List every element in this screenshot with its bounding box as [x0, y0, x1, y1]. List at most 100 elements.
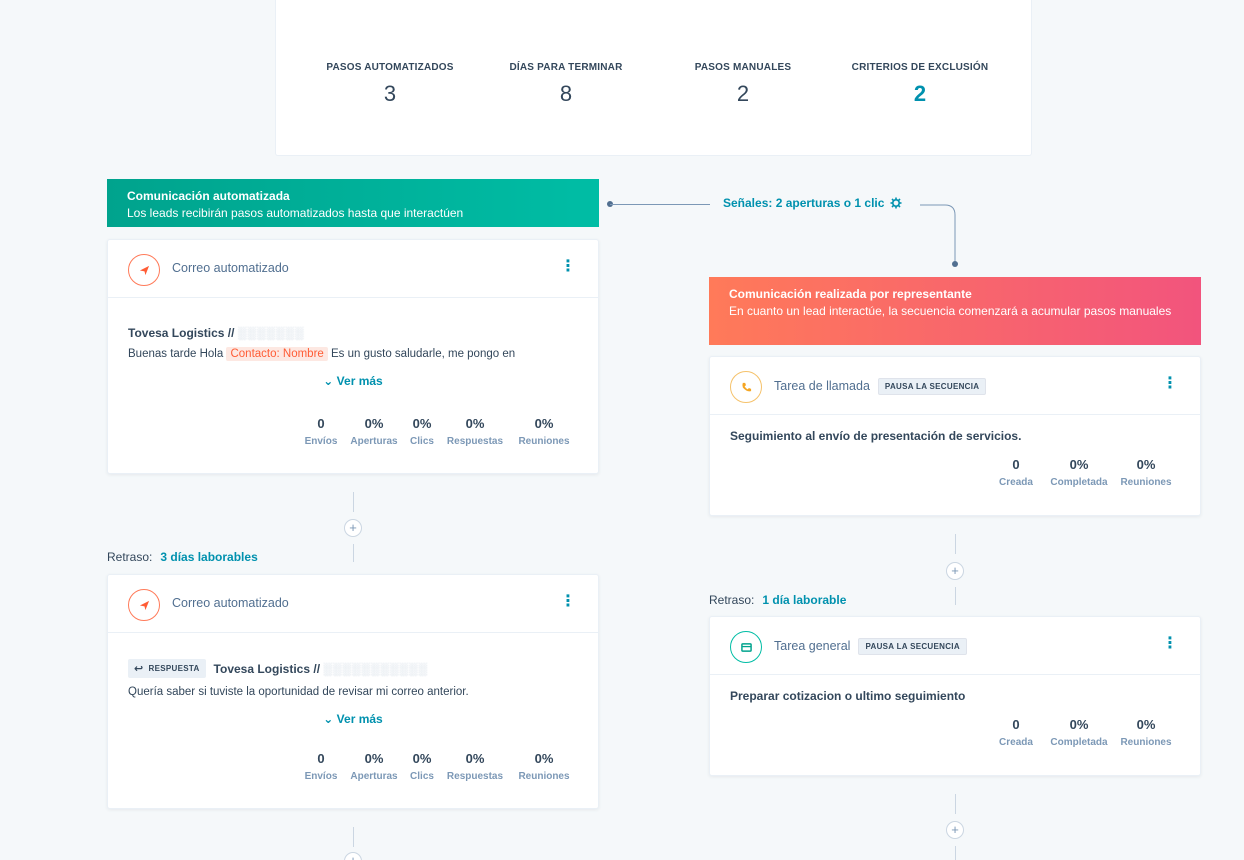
more-options-icon[interactable]: ⋮ [560, 259, 576, 275]
add-step-button[interactable]: + [344, 519, 362, 537]
email-subject: ↩ RESPUESTA Tovesa Logistics // ░░░░░░░░░░… [128, 659, 578, 678]
see-more-label: Ver más [336, 712, 383, 726]
subject-redacted: ░░░░░░░ [237, 326, 305, 340]
step-connector [955, 846, 956, 860]
reply-badge: ↩ RESPUESTA [128, 659, 206, 678]
stat-days-to-finish: DÍAS PARA TERMINAR 8 [476, 62, 656, 107]
pause-sequence-badge: PAUSA LA SECUENCIA [858, 638, 967, 655]
connector-line [610, 204, 710, 205]
metric-opens: 0% Aperturas [350, 416, 398, 447]
metric-sends: 0 Envíos [304, 416, 338, 447]
metric-sends: 0 Envíos [304, 751, 338, 782]
metric-completed: 0% Completada [1050, 717, 1108, 748]
snippet-text: Es un gusto saludarle, me pongo en [331, 348, 516, 360]
metric-meetings: 0% Reuniones [518, 751, 570, 782]
signals-label: Señales: 2 aperturas o 1 clic [723, 196, 885, 210]
task-metrics: 0 Creada 0% Completada 0% Reuniones [988, 717, 1178, 748]
step-connector [955, 534, 956, 554]
summary-card: PASOS AUTOMATIZADOS 3 DÍAS PARA TERMINAR… [275, 0, 1032, 156]
banner-title: Comunicación automatizada [127, 189, 290, 203]
subject-text: Tovesa Logistics // [128, 326, 235, 340]
stat-exclusion-criteria[interactable]: CRITERIOS DE EXCLUSIÓN 2 [830, 62, 1010, 107]
card-body: Preparar cotizacion o ultimo seguimiento [710, 675, 1200, 703]
task-title: Seguimiento al envío de presentación de … [730, 429, 1022, 443]
stat-label: PASOS MANUALES [694, 62, 792, 73]
add-step-button[interactable]: + [344, 852, 362, 860]
pause-sequence-badge: PAUSA LA SECUENCIA [877, 378, 987, 395]
phone-icon [730, 371, 762, 403]
step-type-label: Tarea general [774, 639, 851, 653]
delay-value-link[interactable]: 1 día laborable [762, 593, 846, 607]
exclusion-criteria-link[interactable]: 2 [830, 81, 1010, 107]
email-snippet: Quería saber si tuviste la oportunidad d… [128, 686, 469, 698]
general-task-card[interactable]: Tarea general PAUSA LA SECUENCIA ⋮ Prepar… [709, 616, 1201, 776]
email-subject: Tovesa Logistics // ░░░░░░░ [128, 326, 578, 340]
delay-label: Retraso: [709, 593, 755, 607]
step-type: Correo automatizado [172, 261, 289, 275]
stat-value: 2 [736, 81, 750, 106]
card-header: Correo automatizado ⋮ [108, 240, 598, 298]
step-connector [955, 794, 956, 814]
step-connector [353, 492, 354, 512]
stat-label: CRITERIOS DE EXCLUSIÓN [851, 62, 989, 73]
metric-created: 0 Creada [999, 717, 1033, 748]
stat-manual-steps: PASOS MANUALES 2 [653, 62, 833, 107]
step-type: Tarea general PAUSA LA SECUENCIA [774, 638, 967, 655]
reply-arrow-icon: ↩ [134, 663, 144, 675]
card-header: Tarea general PAUSA LA SECUENCIA ⋮ [710, 617, 1200, 675]
card-header: Correo automatizado ⋮ [108, 575, 598, 633]
delay-label: Retraso: [107, 550, 153, 564]
chevron-down-icon: ⌄ [323, 374, 334, 388]
see-more-link[interactable]: ⌄ Ver más [128, 712, 578, 726]
banner-text: En cuanto un lead interactúe, la secuenc… [729, 304, 1172, 318]
add-step-button[interactable]: + [946, 821, 964, 839]
banner-text: Los leads recibirán pasos automatizados … [127, 206, 464, 220]
email-snippet: Buenas tarde Hola Contacto: Nombre Es un… [128, 347, 578, 361]
chevron-down-icon: ⌄ [323, 712, 334, 726]
rep-communication-banner: Comunicación realizada por representante… [709, 277, 1201, 345]
call-task-card[interactable]: Tarea de llamada PAUSA LA SECUENCIA ⋮ Seg… [709, 356, 1201, 516]
stat-value: 3 [383, 81, 397, 106]
delay-value-link[interactable]: 3 días laborables [160, 550, 257, 564]
task-metrics: 0 Creada 0% Completada 0% Reuniones [988, 457, 1178, 488]
metric-clicks: 0% Clics [410, 751, 434, 782]
stat-automated-steps: PASOS AUTOMATIZADOS 3 [300, 62, 480, 107]
step-connector [353, 544, 354, 562]
email-metrics: 0 Envíos 0% Aperturas 0% Clics 0% Respuestas… [298, 416, 578, 447]
step-type: Tarea de llamada PAUSA LA SECUENCIA [774, 378, 987, 395]
step-connector [353, 827, 354, 847]
stat-label: DÍAS PARA TERMINAR [509, 62, 623, 73]
metric-created: 0 Creada [999, 457, 1033, 488]
metric-meetings: 0% Reuniones [1120, 717, 1172, 748]
send-email-icon [128, 589, 160, 621]
signals-link[interactable]: Señales: 2 aperturas o 1 clic [723, 196, 902, 210]
more-options-icon[interactable]: ⋮ [1162, 636, 1178, 652]
metric-opens: 0% Aperturas [350, 751, 398, 782]
step-type-label: Tarea de llamada [774, 379, 870, 393]
snippet-text: Buenas tarde Hola [128, 348, 224, 360]
stat-value: 8 [559, 81, 573, 106]
more-options-icon[interactable]: ⋮ [560, 594, 576, 610]
email-metrics: 0 Envíos 0% Aperturas 0% Clics 0% Respuestas… [298, 751, 578, 782]
card-body: Tovesa Logistics // ░░░░░░░ Buenas tarde… [108, 298, 598, 388]
metric-meetings: 0% Reuniones [518, 416, 570, 447]
email-step-card[interactable]: Correo automatizado ⋮ Tovesa Logistics /… [107, 239, 599, 474]
task-title: Preparar cotizacion o ultimo seguimiento [730, 689, 966, 703]
personalization-token: Contacto: Nombre [226, 347, 328, 361]
metric-replies: 0% Respuestas [446, 751, 504, 782]
subject-text: Tovesa Logistics // [213, 662, 321, 676]
card-header: Tarea de llamada PAUSA LA SECUENCIA ⋮ [710, 357, 1200, 415]
metric-replies: 0% Respuestas [446, 416, 504, 447]
connector-curve [920, 204, 958, 267]
step-connector [955, 587, 956, 605]
more-options-icon[interactable]: ⋮ [1162, 376, 1178, 392]
card-body: Seguimiento al envío de presentación de … [710, 415, 1200, 443]
delay-indicator: Retraso: 1 día laborable [709, 593, 846, 607]
see-more-link[interactable]: ⌄ Ver más [128, 374, 578, 388]
delay-indicator: Retraso: 3 días laborables [107, 550, 258, 564]
add-step-button[interactable]: + [946, 562, 964, 580]
subject-redacted: ░░░░░░░░░░░ [323, 662, 428, 676]
send-email-icon [128, 254, 160, 286]
email-step-card[interactable]: Correo automatizado ⋮ ↩ RESPUESTA Tovesa L… [107, 574, 599, 809]
task-icon [730, 631, 762, 663]
